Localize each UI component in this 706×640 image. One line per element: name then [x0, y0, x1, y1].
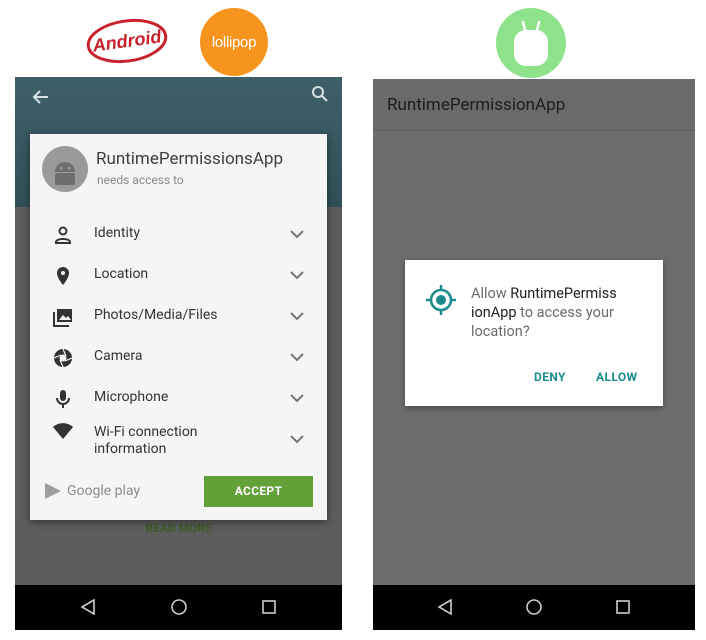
nav-recents-icon[interactable]	[261, 599, 277, 615]
permission-row-identity[interactable]: Identity	[30, 216, 327, 252]
marshmallow-logo	[496, 8, 566, 78]
permission-label-wifi: Wi-Fi connection information	[94, 424, 198, 458]
marshmallow-icon	[514, 20, 548, 66]
wifi-label-line2: information	[94, 441, 167, 457]
permission-row-wifi[interactable]: Wi-Fi connection information	[30, 423, 327, 460]
message-line3: location?	[471, 323, 530, 340]
permission-row-microphone[interactable]: Microphone	[30, 380, 327, 416]
app-icon	[42, 146, 88, 192]
permission-row-location[interactable]: Location	[30, 257, 327, 293]
nav-home-icon[interactable]	[525, 598, 543, 616]
accept-button[interactable]: ACCEPT	[204, 476, 313, 507]
photos-icon	[53, 309, 72, 327]
play-triangle-icon	[45, 483, 61, 499]
dialog-subtitle: needs access to	[97, 173, 184, 187]
nav-bar	[373, 585, 695, 630]
wifi-label-line1: Wi-Fi connection	[94, 424, 198, 440]
wifi-icon	[53, 423, 73, 439]
permission-label: Camera	[94, 348, 143, 364]
nav-back-icon[interactable]	[437, 599, 453, 615]
nav-recents-icon[interactable]	[615, 599, 631, 615]
app-bar-title: RuntimePermissionApp	[387, 95, 566, 115]
chevron-down-icon[interactable]	[288, 389, 306, 407]
allow-button[interactable]: ALLOW	[596, 370, 637, 384]
lollipop-logo: lollipop	[200, 8, 268, 76]
message-prefix: Allow	[471, 285, 511, 302]
nav-home-icon[interactable]	[170, 598, 188, 616]
chevron-down-icon[interactable]	[288, 225, 306, 243]
app-bar: RuntimePermissionApp	[373, 79, 695, 131]
nav-bar	[15, 585, 342, 630]
permission-row-photos[interactable]: Photos/Media/Files	[30, 298, 327, 334]
permission-label: Identity	[94, 225, 141, 241]
nav-back-icon[interactable]	[80, 599, 96, 615]
read-more-link[interactable]: READ MORE	[15, 521, 342, 535]
camera-aperture-icon	[53, 348, 73, 368]
message-suffix: to access your	[516, 304, 614, 321]
permission-label: Location	[94, 266, 149, 282]
microphone-icon	[56, 390, 70, 408]
chevron-down-icon[interactable]	[288, 348, 306, 366]
chevron-down-icon[interactable]	[288, 266, 306, 284]
permission-row-camera[interactable]: Camera	[30, 339, 327, 375]
search-icon[interactable]	[311, 85, 329, 103]
deny-button[interactable]: DENY	[534, 370, 566, 384]
permission-label: Photos/Media/Files	[94, 307, 218, 323]
google-play-label: Google play	[67, 483, 141, 499]
person-icon	[55, 226, 71, 244]
back-arrow-icon[interactable]	[32, 87, 50, 111]
permission-message: Allow RuntimePermiss ionApp to access yo…	[471, 284, 651, 341]
google-play-logo: Google play	[43, 481, 140, 501]
permission-label: Microphone	[94, 389, 169, 405]
android-robot-icon	[55, 162, 75, 185]
dialog-app-name: RuntimePermissionsApp	[96, 149, 284, 169]
runtime-permission-dialog: Allow RuntimePermiss ionApp to access yo…	[405, 260, 663, 406]
location-pin-icon	[57, 267, 69, 285]
android-kitkat-logo: Android	[86, 18, 168, 64]
message-app-name-part1: RuntimePermiss	[510, 285, 617, 302]
message-app-name-part2: ionApp	[471, 304, 517, 321]
gps-location-icon	[426, 285, 456, 315]
chevron-down-icon[interactable]	[288, 307, 306, 325]
chevron-down-icon[interactable]	[288, 430, 306, 448]
permissions-dialog: RuntimePermissionsApp needs access to Id…	[30, 134, 327, 520]
lollipop-logo-text: lollipop	[211, 33, 257, 51]
